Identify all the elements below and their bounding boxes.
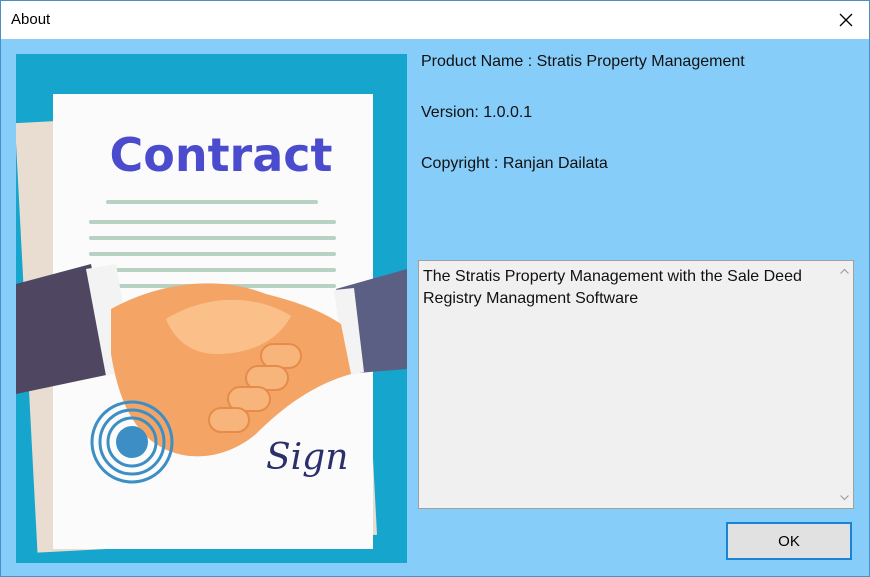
copyright-label: Copyright : Ranjan Dailata <box>421 155 608 172</box>
version-label: Version: 1.0.0.1 <box>421 104 533 121</box>
signature-text: Sign <box>266 437 348 478</box>
description-text: The Stratis Property Management with the… <box>423 268 802 307</box>
scroll-up-arrow-icon[interactable] <box>839 266 850 277</box>
ok-button-label: OK <box>778 532 800 550</box>
contract-logo-image: Contract Sign <box>16 54 407 563</box>
about-dialog: About Contract Sign Product Name: Strat… <box>0 0 870 577</box>
window-title: About <box>11 11 51 28</box>
close-icon <box>839 13 853 27</box>
scroll-down-arrow-icon[interactable] <box>839 492 850 503</box>
product-name-label: Product Name : Stratis Property Manageme… <box>421 53 745 70</box>
vertical-scrollbar[interactable] <box>836 261 853 508</box>
title-bar: About <box>1 1 869 39</box>
ok-button[interactable]: OK <box>726 522 852 560</box>
contract-title: Contract <box>109 128 332 182</box>
close-button[interactable] <box>823 1 869 39</box>
description-textbox[interactable]: The Stratis Property Management with the… <box>418 260 854 509</box>
